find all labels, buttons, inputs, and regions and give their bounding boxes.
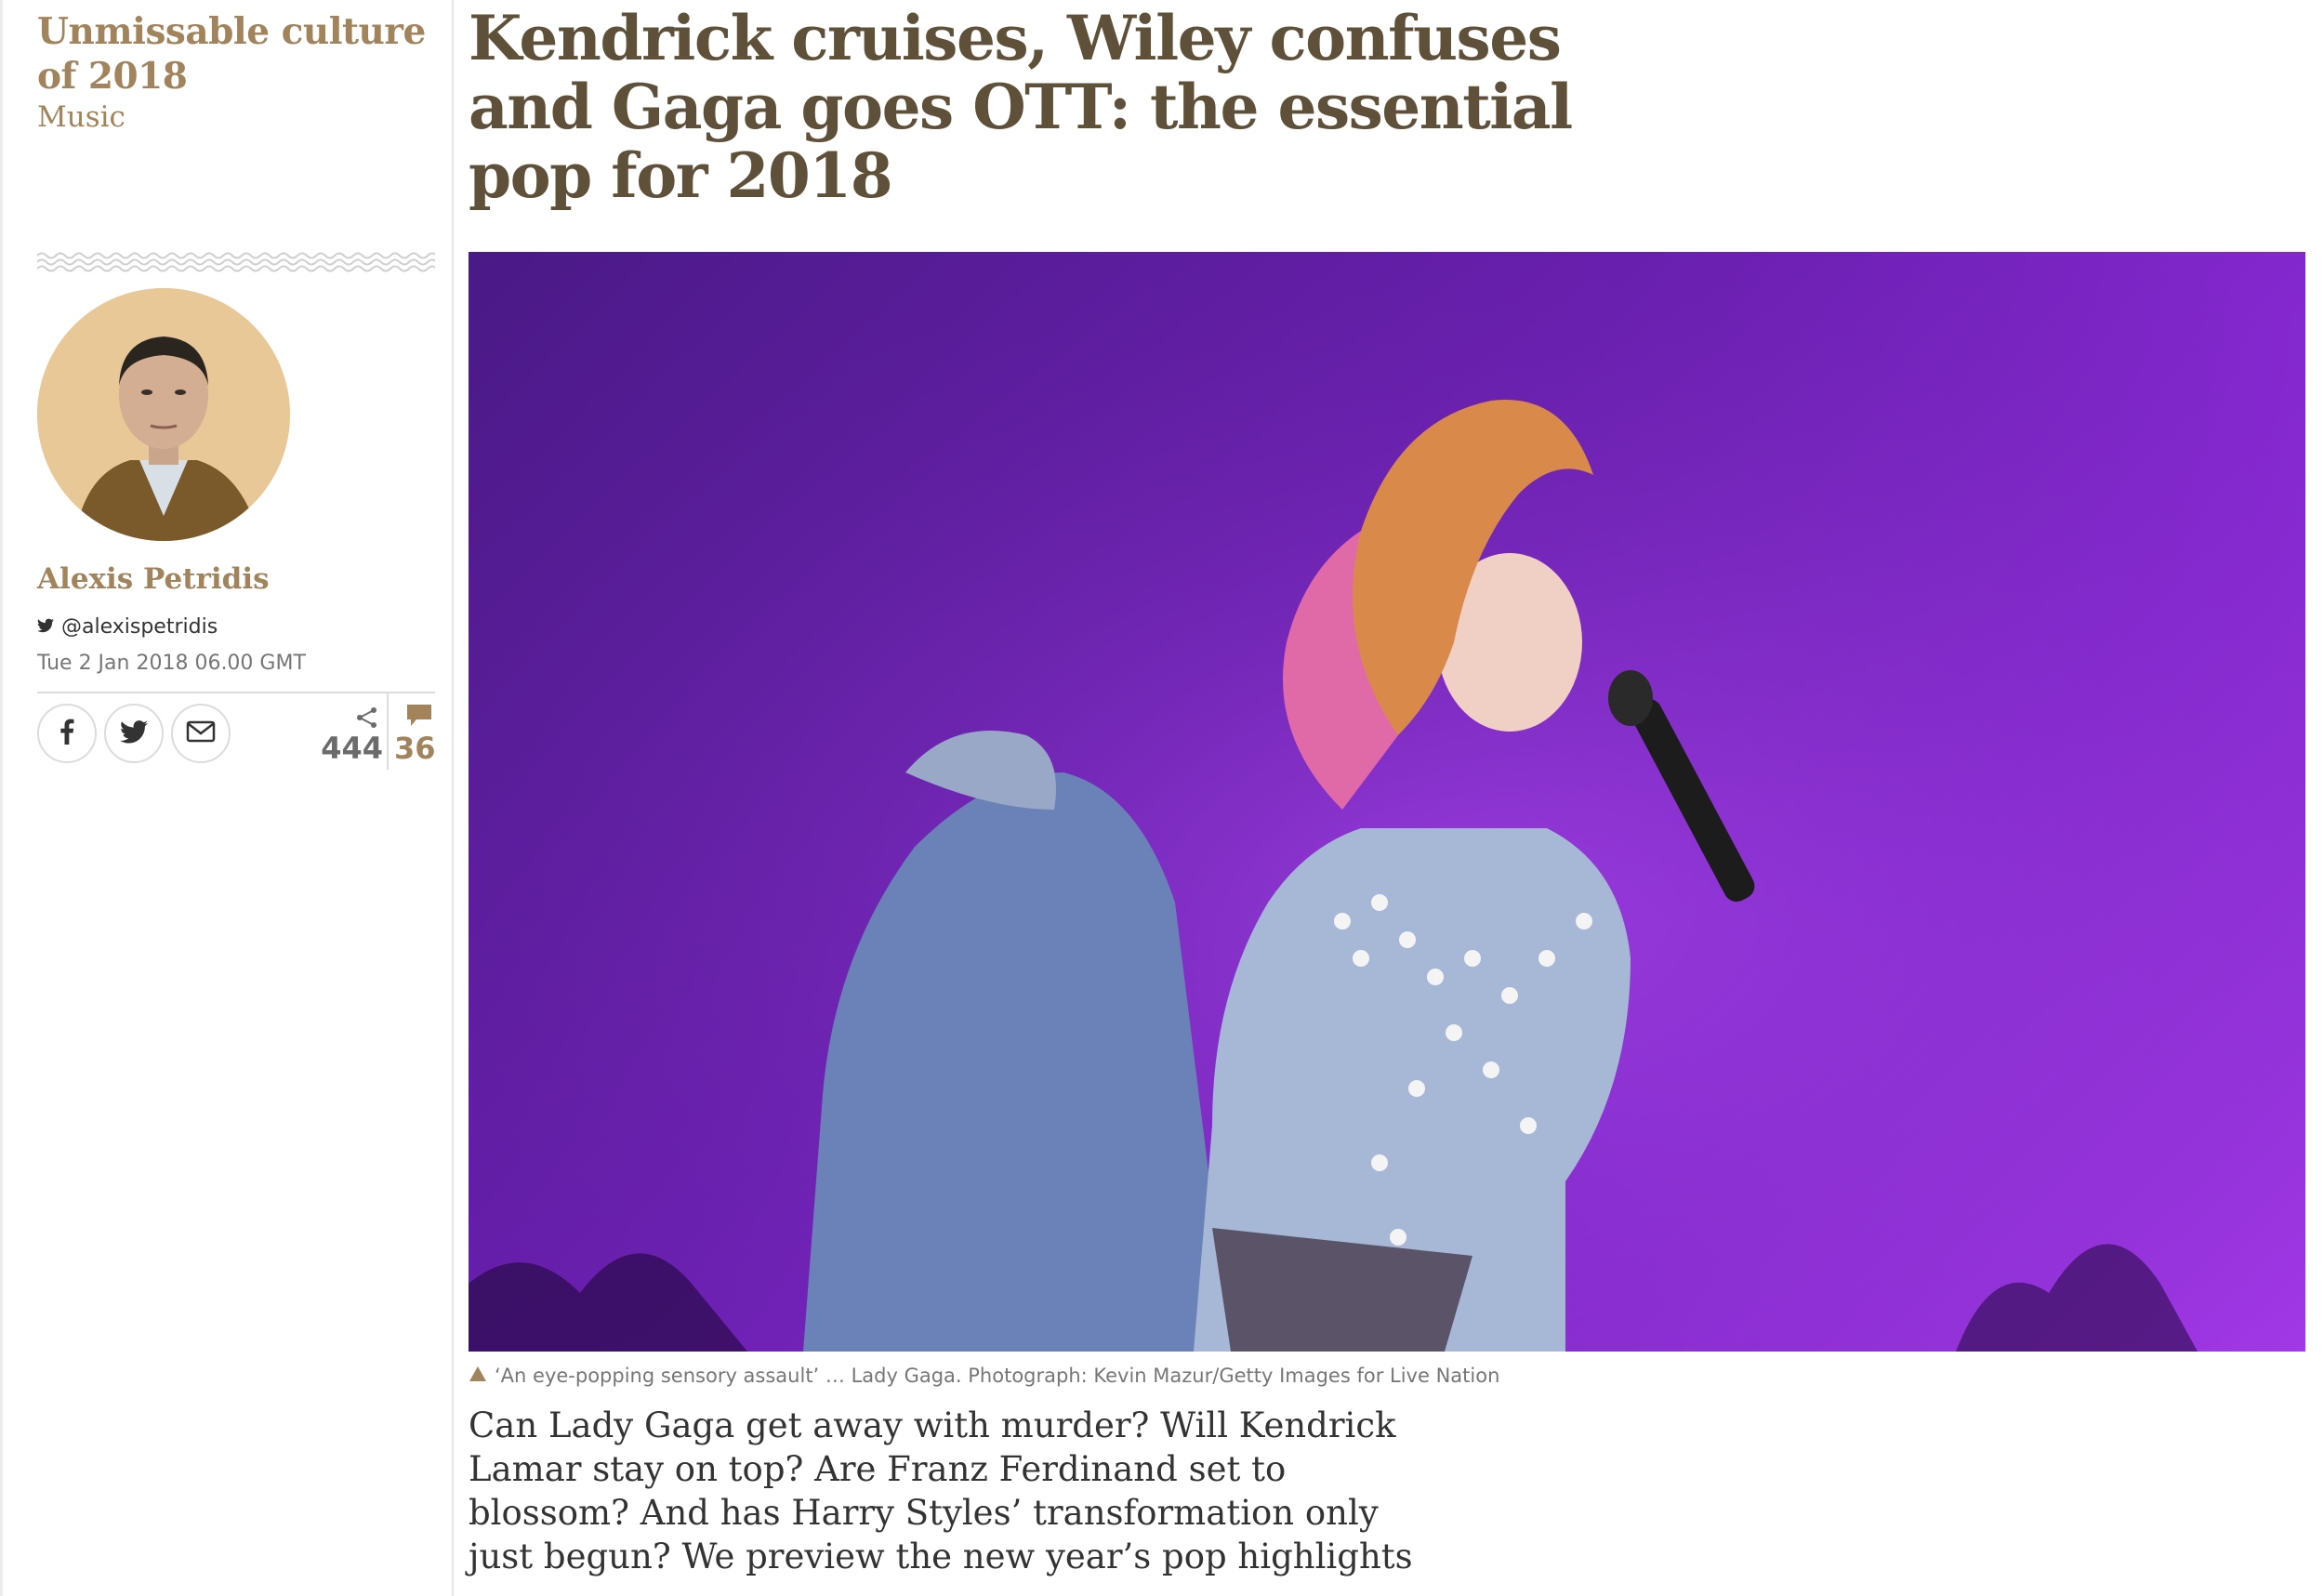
share-count: 444 [321, 731, 383, 766]
author-portrait [37, 288, 290, 541]
caption-text: ‘An eye-popping sensory assault’ … Lady … [495, 1365, 1500, 1387]
comment-icon[interactable] [405, 703, 433, 732]
twitter-bird-icon [37, 618, 54, 637]
image-caption: ‘An eye-popping sensory assault’ … Lady … [469, 1365, 1499, 1387]
squiggle-divider [37, 252, 435, 272]
count-divider [387, 693, 389, 770]
series-title-link[interactable]: Unmissable culture of 2018 [37, 9, 428, 99]
comment-count[interactable]: 36 [394, 731, 436, 766]
share-facebook-button[interactable] [37, 704, 97, 763]
twitter-handle: @alexispetridis [61, 615, 218, 639]
share-count-icon [355, 706, 379, 732]
article-headline: Kendrick cruises, Wiley confuses and Gag… [469, 2, 1573, 212]
publication-date: Tue 2 Jan 2018 06.00 GMT [37, 652, 306, 675]
caption-triangle-icon [469, 1365, 487, 1387]
section-link[interactable]: Music [37, 99, 125, 136]
page-left-border [0, 0, 3, 1596]
meta-divider [37, 692, 435, 693]
facebook-icon [59, 719, 74, 748]
share-email-button[interactable] [171, 704, 231, 763]
article-standfirst: Can Lady Gaga get away with murder? Will… [469, 1405, 1413, 1576]
column-divider [452, 0, 454, 1596]
share-twitter-button[interactable] [104, 704, 164, 763]
author-name-link[interactable]: Alexis Petridis [37, 561, 270, 598]
hero-photo-illustration [469, 252, 2305, 1352]
author-twitter[interactable]: @alexispetridis [37, 615, 218, 639]
email-icon [186, 720, 216, 746]
author-avatar[interactable] [37, 288, 290, 541]
twitter-icon [120, 719, 148, 747]
hero-image[interactable] [469, 252, 2305, 1352]
